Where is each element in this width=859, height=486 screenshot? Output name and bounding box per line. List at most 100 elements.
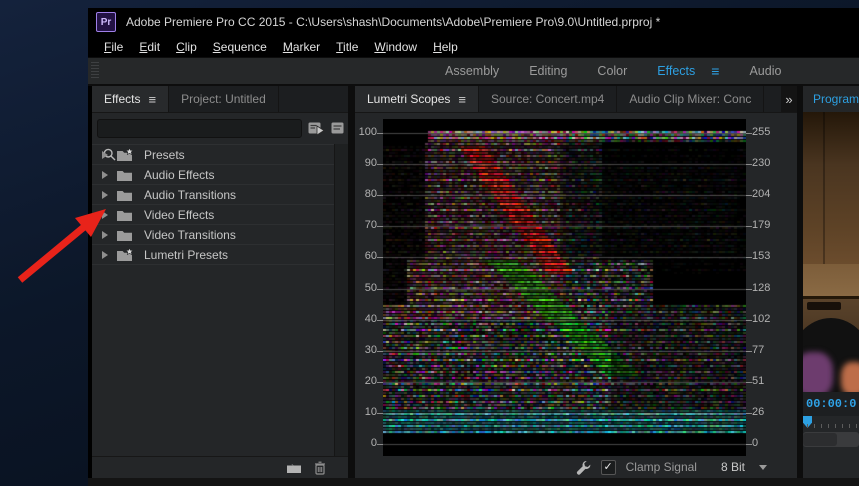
panel-menu-icon[interactable]: ≡ <box>148 92 156 107</box>
menu-file[interactable]: File <box>96 38 131 56</box>
program-scrollbar-handle[interactable] <box>803 433 837 446</box>
scope-tick-mark <box>377 444 383 445</box>
program-scrollbar[interactable] <box>803 432 859 447</box>
tab-audio-clip-mixer-conc[interactable]: Audio Clip Mixer: Conc <box>617 86 764 112</box>
dropdown-caret-icon[interactable] <box>759 465 767 470</box>
menu-clip[interactable]: Clip <box>168 38 205 56</box>
menu-help[interactable]: Help <box>425 38 466 56</box>
video-wall-seam <box>823 112 825 264</box>
tab-overflow-icon[interactable]: » <box>781 86 797 112</box>
scope-right-tick-label: 77 <box>752 344 778 356</box>
effects-search-row <box>92 114 348 142</box>
scope-tick-mark <box>746 444 752 445</box>
workspace-menu-icon[interactable]: ≡ <box>711 63 719 79</box>
scope-tick-mark <box>746 257 752 258</box>
program-tab-label: Program: <box>813 92 859 106</box>
bit-depth-dropdown[interactable]: 8 Bit <box>721 460 745 474</box>
tab-lumetri-scopes[interactable]: Lumetri Scopes≡ <box>355 86 479 112</box>
scope-left-tick-label: 50 <box>351 282 377 294</box>
premiere-app-icon: Pr <box>96 12 116 32</box>
workspace-tab-assembly[interactable]: Assembly <box>445 64 499 78</box>
tree-item-audio-effects[interactable]: Audio Effects <box>92 165 334 185</box>
scope-left-tick-label: 30 <box>351 344 377 356</box>
effects-panel: Effects≡Project: Untitled PresetsAudio E… <box>92 86 348 478</box>
clamp-signal-checkbox[interactable]: ✓ <box>601 460 616 475</box>
scope-tick-mark <box>377 382 383 383</box>
folder-icon <box>116 188 134 202</box>
rgb-waveform-scope <box>383 119 746 456</box>
program-monitor-panel: Program: 00:00:0 <box>803 86 859 478</box>
tree-item-presets[interactable]: Presets <box>92 145 334 165</box>
program-video-preview <box>803 112 859 392</box>
video-stage-floor <box>803 264 859 299</box>
tree-item-audio-transitions[interactable]: Audio Transitions <box>92 185 334 205</box>
tab-source-concert-mp4[interactable]: Source: Concert.mp4 <box>479 86 617 112</box>
scope-tick-mark <box>746 382 752 383</box>
folder-icon <box>116 168 134 182</box>
tab-effects[interactable]: Effects≡ <box>92 86 169 112</box>
disclosure-triangle-icon[interactable] <box>102 211 108 219</box>
folder-icon <box>116 228 134 242</box>
video-stage-wall <box>803 112 859 264</box>
scope-tick-mark <box>746 226 752 227</box>
tab-project-untitled[interactable]: Project: Untitled <box>169 86 279 112</box>
ruler-tick <box>821 424 822 428</box>
workspace-grip-icon[interactable] <box>91 62 99 79</box>
workspace-tab-color[interactable]: Color <box>597 64 627 78</box>
scope-tick-mark <box>746 289 752 290</box>
scope-right-tick-label: 51 <box>752 375 778 387</box>
scope-tick-mark <box>377 413 383 414</box>
scope-tick-mark <box>377 320 383 321</box>
disclosure-triangle-icon[interactable] <box>102 251 108 259</box>
scope-tick-mark <box>746 413 752 414</box>
ruler-tick <box>849 424 850 428</box>
video-audience-shirt <box>803 352 833 392</box>
menu-window[interactable]: Window <box>366 38 425 56</box>
scope-tick-mark <box>377 133 383 134</box>
tree-item-video-transitions[interactable]: Video Transitions <box>92 225 334 245</box>
new-custom-bin-icon[interactable] <box>286 461 302 474</box>
workspace-tab-editing[interactable]: Editing <box>529 64 567 78</box>
scope-tick-mark <box>746 195 752 196</box>
tree-item-lumetri-presets[interactable]: Lumetri Presets <box>92 245 334 265</box>
scope-tick-mark <box>377 195 383 196</box>
32bit-color-badge-icon[interactable] <box>331 121 345 135</box>
program-time-ruler[interactable] <box>803 416 859 432</box>
ruler-tick <box>828 424 829 428</box>
program-timecode-bar: 00:00:0 <box>803 392 859 416</box>
scope-tick-mark <box>377 226 383 227</box>
scope-left-tick-label: 10 <box>351 406 377 418</box>
workspace-tab-effects[interactable]: Effects <box>657 64 695 78</box>
scope-right-tick-label: 102 <box>752 313 778 325</box>
scope-right-tick-label: 255 <box>752 126 778 138</box>
scope-tick-mark <box>377 257 383 258</box>
scope-tick-mark <box>746 320 752 321</box>
delete-trash-icon[interactable] <box>314 461 326 475</box>
scope-left-tick-label: 70 <box>351 219 377 231</box>
scope-settings-wrench-icon[interactable] <box>576 460 591 475</box>
workspace-tabs: Assembly Editing Color Effects ≡ Audio <box>445 57 781 84</box>
scope-tick-mark <box>746 133 752 134</box>
disclosure-triangle-icon[interactable] <box>102 151 108 159</box>
scope-left-tick-label: 0 <box>351 437 377 449</box>
tree-item-video-effects[interactable]: Video Effects <box>92 205 334 225</box>
lumetri-scopes-panel: Lumetri Scopes≡Source: Concert.mp4Audio … <box>355 86 797 478</box>
menu-title[interactable]: Title <box>328 38 366 56</box>
disclosure-triangle-icon[interactable] <box>102 231 108 239</box>
panel-menu-icon[interactable]: ≡ <box>458 92 466 107</box>
effects-search-input[interactable] <box>97 119 302 138</box>
effects-scrollbar[interactable] <box>334 144 349 456</box>
disclosure-triangle-icon[interactable] <box>102 191 108 199</box>
effects-footer <box>92 456 348 478</box>
disclosure-triangle-icon[interactable] <box>102 171 108 179</box>
scope-tick-mark <box>377 351 383 352</box>
scope-right-tick-label: 0 <box>752 437 778 449</box>
accelerated-effects-badge-icon[interactable] <box>308 121 325 135</box>
menu-sequence[interactable]: Sequence <box>205 38 275 56</box>
tab-program[interactable]: Program: <box>803 86 859 113</box>
workspace-tab-audio[interactable]: Audio <box>749 64 781 78</box>
title-bar[interactable]: Pr Adobe Premiere Pro CC 2015 - C:\Users… <box>88 8 859 36</box>
menu-edit[interactable]: Edit <box>131 38 168 56</box>
menu-marker[interactable]: Marker <box>275 38 328 56</box>
scope-tick-mark <box>746 351 752 352</box>
